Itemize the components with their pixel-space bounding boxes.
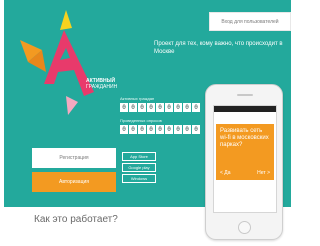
counter-digit: 0 <box>129 103 137 112</box>
phone-speaker <box>237 94 253 96</box>
poll-question-card: Развивать сеть wi-fi в московских парках… <box>216 124 274 180</box>
counter-digit: 0 <box>138 103 146 112</box>
poll-answers: < Да Нет > <box>220 170 270 176</box>
counter-digit: 0 <box>192 103 200 112</box>
counter-digit: 0 <box>147 103 155 112</box>
registration-button[interactable]: Регистрация <box>32 148 116 168</box>
counter-digit: 0 <box>120 125 128 134</box>
logo-line-2: ГРАЖДАНИН <box>86 84 118 90</box>
logo-star-icon <box>20 10 94 115</box>
counter-digit: 0 <box>120 103 128 112</box>
counter-digit: 0 <box>156 103 164 112</box>
phone-mockup: Развивать сеть wi-fi в московских парках… <box>205 84 283 240</box>
counter-digit: 0 <box>174 125 182 134</box>
counter-digit: 0 <box>165 125 173 134</box>
counter-digit: 0 <box>192 125 200 134</box>
answer-no[interactable]: Нет > <box>257 170 270 176</box>
logo <box>20 10 110 115</box>
counter-digit: 0 <box>138 125 146 134</box>
logo-wordmark: АКТИВНЫЙ ГРАЖДАНИН <box>86 78 136 90</box>
phone-screen: Развивать сеть wi-fi в московских парках… <box>213 105 277 213</box>
answer-yes[interactable]: < Да <box>220 170 230 176</box>
counter-digit: 0 <box>129 125 137 134</box>
counter-digit: 0 <box>147 125 155 134</box>
windows-store-button[interactable]: Windows <box>122 174 156 183</box>
header-login-button[interactable]: Вход для пользователей <box>209 12 291 31</box>
counter-digit: 0 <box>183 125 191 134</box>
store-links: App Store Google play Windows <box>122 152 156 185</box>
google-play-button[interactable]: Google play <box>122 163 156 172</box>
counter-digit: 0 <box>174 103 182 112</box>
how-it-works-heading: Как это работает? <box>34 214 118 225</box>
phone-home-button <box>238 221 251 234</box>
poll-question: Развивать сеть wi-fi в московских парках… <box>220 128 269 148</box>
authorization-button[interactable]: Авторизация <box>32 172 116 192</box>
tagline: Проект для тех, кому важно, что происход… <box>154 41 283 55</box>
app-store-button[interactable]: App Store <box>122 152 156 161</box>
counter-digit: 0 <box>156 125 164 134</box>
counter-digit: 0 <box>165 103 173 112</box>
counter-digit: 0 <box>183 103 191 112</box>
